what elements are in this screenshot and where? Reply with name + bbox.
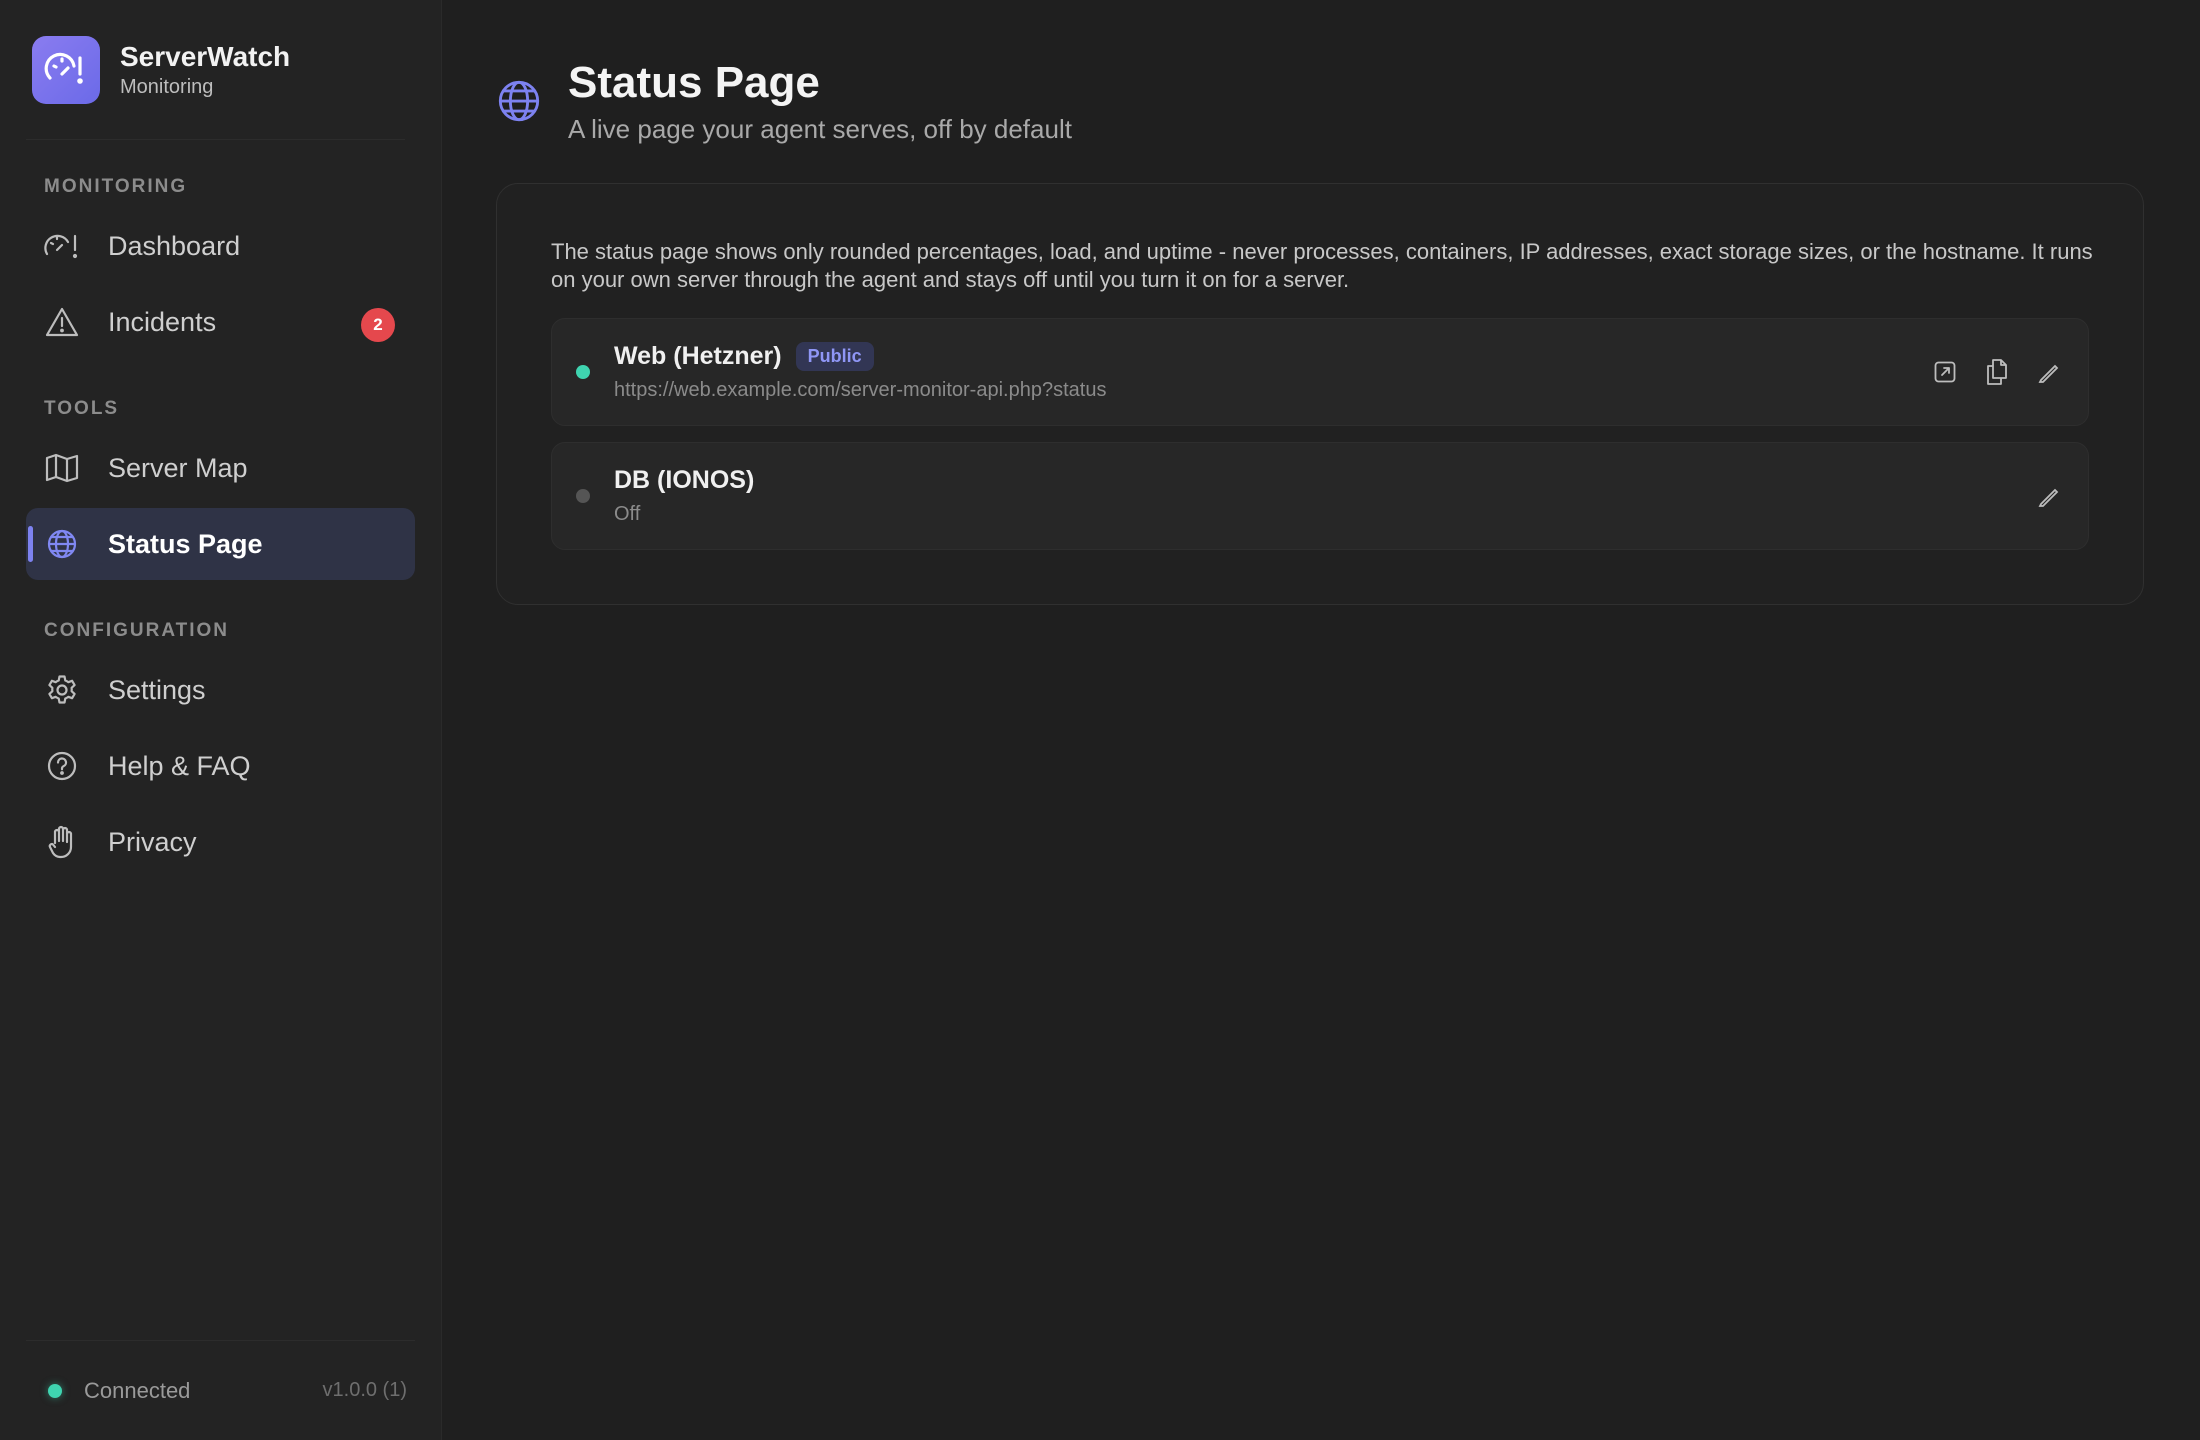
sidebar-item-label: Help & FAQ	[108, 750, 251, 781]
server-name: DB (IONOS)	[614, 466, 755, 494]
logo-gauge-icon	[32, 35, 100, 104]
sidebar-item-label: Incidents	[108, 306, 217, 337]
connected-indicator	[48, 1383, 62, 1398]
section-label-monitoring: MONITORING	[44, 176, 188, 197]
connection-status: Connected v1.0.0 (1)	[26, 1340, 415, 1440]
brand-name: ServerWatch	[120, 40, 291, 72]
gear-icon	[44, 672, 80, 708]
page-title: Status Page	[568, 58, 820, 107]
brand-subtitle: Monitoring	[120, 75, 214, 98]
question-icon	[44, 748, 80, 784]
status-off-label: Off	[614, 503, 641, 525]
brand: ServerWatch Monitoring	[26, 0, 405, 140]
sidebar: ServerWatch Monitoring MONITORING Dashbo…	[0, 0, 442, 1440]
sidebar-item-label: Dashboard	[108, 230, 241, 261]
incidents-count-badge: 2	[361, 308, 395, 342]
globe-icon	[44, 526, 80, 562]
open-external-icon[interactable]	[1930, 357, 1960, 387]
edit-pencil-icon[interactable]	[2034, 481, 2064, 511]
sidebar-item-settings[interactable]: Settings	[26, 654, 415, 726]
sidebar-item-dashboard[interactable]: Dashboard	[26, 210, 415, 282]
sidebar-item-privacy[interactable]: Privacy	[26, 806, 415, 878]
connection-label: Connected	[84, 1377, 191, 1403]
warning-icon	[44, 304, 80, 340]
server-name: Web (Hetzner)	[614, 342, 782, 370]
sidebar-item-label: Privacy	[108, 826, 197, 857]
sidebar-item-label: Status Page	[108, 528, 263, 559]
app-window: ServerWatch Monitoring MONITORING Dashbo…	[0, 0, 2200, 1440]
sidebar-item-help[interactable]: Help & FAQ	[26, 730, 415, 802]
page-header: Status Page A live page your agent serve…	[496, 56, 2144, 145]
status-dot-online	[576, 365, 590, 379]
status-page-info: The status page shows only rounded perce…	[551, 239, 2093, 292]
page-subtitle: A live page your agent serves, off by de…	[568, 114, 1072, 144]
status-url: https://web.example.com/server-monitor-a…	[614, 379, 1107, 401]
edit-pencil-icon[interactable]	[2034, 357, 2064, 387]
hand-icon	[44, 824, 80, 860]
section-label-configuration: CONFIGURATION	[44, 620, 230, 641]
sidebar-item-incidents[interactable]: Incidents 2	[26, 286, 415, 358]
sidebar-item-status-page[interactable]: Status Page	[26, 508, 415, 580]
sidebar-item-label: Settings	[108, 674, 206, 705]
map-icon	[44, 450, 80, 486]
status-dot-offline	[576, 489, 590, 503]
copy-icon[interactable]	[1982, 357, 2012, 387]
sidebar-item-server-map[interactable]: Server Map	[26, 432, 415, 504]
globe-icon	[496, 78, 546, 128]
server-row-web[interactable]: Web (Hetzner) Public https://web.example…	[551, 318, 2089, 426]
gauge-icon	[44, 228, 80, 264]
app-version: v1.0.0 (1)	[322, 1379, 407, 1401]
status-page-card: The status page shows only rounded perce…	[496, 183, 2144, 605]
section-label-tools: TOOLS	[44, 398, 120, 419]
server-row-db[interactable]: DB (IONOS) Off	[551, 442, 2089, 550]
sidebar-item-label: Server Map	[108, 452, 248, 483]
main-content: Status Page A live page your agent serve…	[442, 0, 2200, 1440]
public-badge: Public	[795, 342, 874, 371]
